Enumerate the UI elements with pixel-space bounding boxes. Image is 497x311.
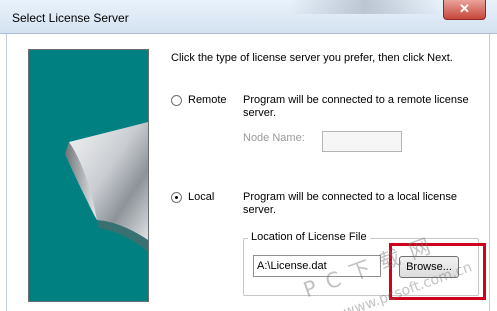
node-name-label: Node Name: bbox=[243, 132, 305, 144]
remote-label: Remote bbox=[188, 94, 227, 106]
remote-radio[interactable] bbox=[171, 94, 182, 106]
instruction-text: Click the type of license server you pre… bbox=[171, 52, 453, 64]
side-panel-graphic bbox=[29, 50, 148, 301]
page-curl-graphic bbox=[65, 122, 148, 252]
blurred-region bbox=[290, 0, 440, 14]
local-description: Program will be connected to a local lic… bbox=[243, 191, 458, 216]
local-label: Local bbox=[188, 191, 215, 203]
local-radio[interactable] bbox=[171, 191, 182, 203]
close-icon: ✕ bbox=[459, 1, 470, 16]
local-radio-option[interactable]: Local bbox=[171, 191, 214, 203]
close-button[interactable]: ✕ bbox=[443, 0, 486, 20]
license-file-group-label: Location of License File bbox=[248, 231, 370, 243]
window-title: Select License Server bbox=[12, 11, 129, 25]
window-left-border bbox=[6, 34, 7, 311]
node-name-input bbox=[322, 131, 402, 152]
window-right-border bbox=[489, 34, 490, 311]
remote-radio-option[interactable]: Remote bbox=[171, 94, 227, 106]
title-bar: Select License Server ✕ bbox=[0, 0, 497, 34]
remote-description: Program will be connected to a remote li… bbox=[243, 94, 469, 119]
